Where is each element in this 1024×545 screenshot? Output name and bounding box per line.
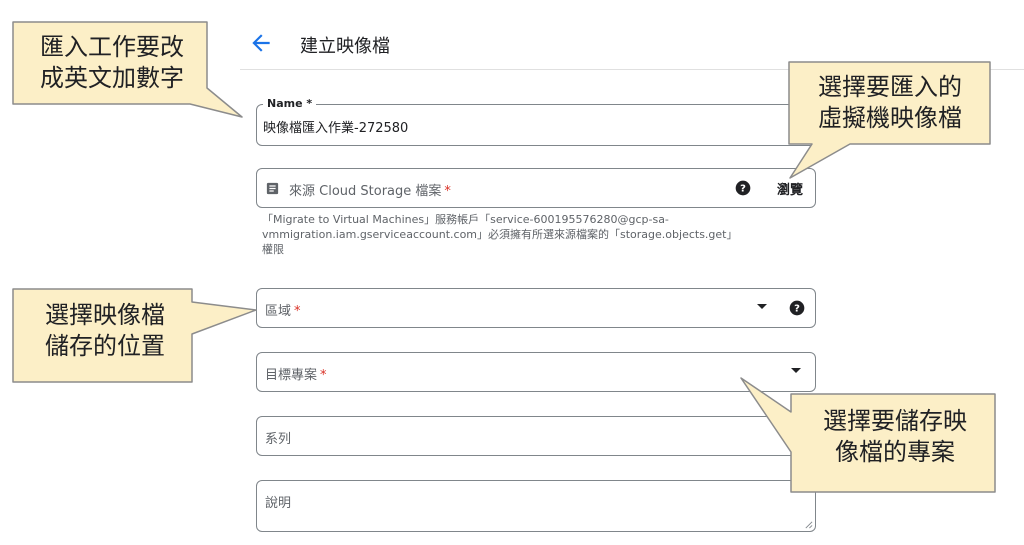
callout-bottom-right: 選擇要儲存映 像檔的專案 (823, 407, 967, 466)
callout-top-left: 匯入工作要改 成英文加數字 (40, 33, 184, 92)
callout-top-right: 選擇要匯入的 虛擬機映像檔 (818, 73, 962, 132)
callout-mid-left: 選擇映像檔 儲存的位置 (45, 301, 165, 360)
